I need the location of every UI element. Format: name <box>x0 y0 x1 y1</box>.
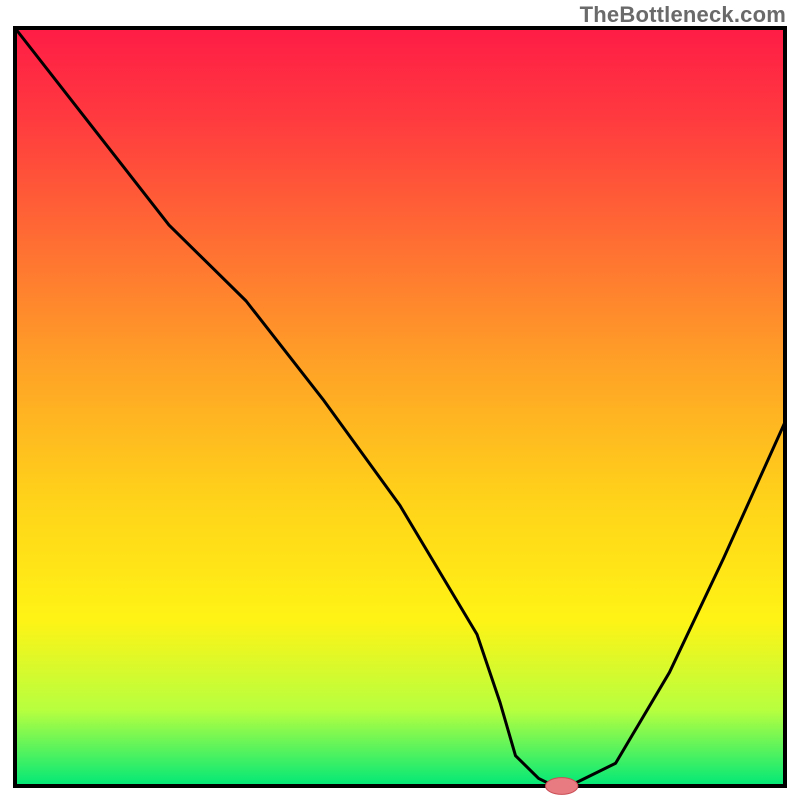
bottleneck-chart <box>0 0 800 800</box>
optimum-marker <box>546 778 578 795</box>
chart-container: TheBottleneck.com <box>0 0 800 800</box>
watermark-text: TheBottleneck.com <box>580 2 786 28</box>
